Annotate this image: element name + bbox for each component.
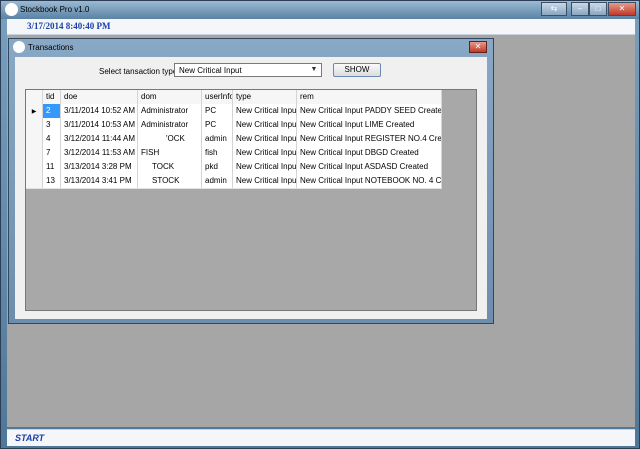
app-icon bbox=[5, 3, 18, 16]
cell-doe[interactable]: 3/11/2014 10:52 AM bbox=[61, 104, 138, 118]
transaction-type-label: Select tansaction type bbox=[99, 67, 178, 76]
start-button[interactable]: START bbox=[15, 433, 44, 443]
datetime-bar: 3/17/2014 8:40:40 PM bbox=[7, 19, 635, 35]
cell-tid[interactable]: 4 bbox=[43, 132, 61, 146]
cell-dom[interactable]: STOCK bbox=[138, 174, 202, 188]
cell-userinfo[interactable]: fish bbox=[202, 146, 233, 160]
table-row[interactable]: 7 3/12/2014 11:53 AM FISH fish New Criti… bbox=[26, 146, 442, 161]
transactions-grid[interactable]: tid doe dom userInfo type rem ▶ 2 3/11/2… bbox=[25, 89, 477, 311]
column-header-tid[interactable]: tid bbox=[43, 90, 61, 104]
grid-header: tid doe dom userInfo type rem bbox=[26, 90, 442, 105]
cell-userinfo[interactable]: admin bbox=[202, 132, 233, 146]
minimize-button[interactable]: – bbox=[571, 2, 589, 16]
transactions-body: Select tansaction type New Critical Inpu… bbox=[15, 57, 487, 319]
table-row[interactable]: 11 3/13/2014 3:28 PM TOCK pkd New Critic… bbox=[26, 160, 442, 175]
row-header[interactable] bbox=[26, 132, 43, 146]
status-bar: START bbox=[7, 429, 635, 446]
transaction-type-value: New Critical Input bbox=[179, 66, 242, 75]
table-row[interactable]: 13 3/13/2014 3:41 PM STOCK admin New Cri… bbox=[26, 174, 442, 189]
show-button[interactable]: SHOW bbox=[333, 63, 381, 77]
window-icon bbox=[13, 41, 25, 53]
column-header-userinfo[interactable]: userInfo bbox=[202, 90, 233, 104]
current-row-icon[interactable]: ▶ bbox=[26, 104, 43, 118]
transactions-window: Transactions ✕ Select tansaction type Ne… bbox=[8, 38, 494, 324]
cell-dom[interactable]: 'OCK bbox=[138, 132, 202, 146]
cell-userinfo[interactable]: pkd bbox=[202, 160, 233, 174]
cell-userinfo[interactable]: PC bbox=[202, 104, 233, 118]
cell-type[interactable]: New Critical Input bbox=[233, 104, 297, 118]
column-header-dom[interactable]: dom bbox=[138, 90, 202, 104]
cell-type[interactable]: New Critical Input bbox=[233, 118, 297, 132]
transactions-close-button[interactable]: ✕ bbox=[469, 41, 487, 53]
app-title: Stockbook Pro v1.0 bbox=[20, 5, 90, 14]
cell-doe[interactable]: 3/11/2014 10:53 AM bbox=[61, 118, 138, 132]
cell-rem[interactable]: New Critical Input LIME Created bbox=[297, 118, 442, 132]
restore-icon[interactable]: ⇆ bbox=[541, 2, 567, 16]
table-row[interactable]: 4 3/12/2014 11:44 AM 'OCK admin New Crit… bbox=[26, 132, 442, 147]
cell-type[interactable]: New Critical Input bbox=[233, 132, 297, 146]
cell-type[interactable]: New Critical Input bbox=[233, 174, 297, 188]
maximize-button[interactable]: □ bbox=[589, 2, 607, 16]
cell-dom[interactable]: Administrator bbox=[138, 104, 202, 118]
cell-rem[interactable]: New Critical Input NOTEBOOK NO. 4 Create… bbox=[297, 174, 442, 188]
column-header-type[interactable]: type bbox=[233, 90, 297, 104]
datetime-label: 3/17/2014 8:40:40 PM bbox=[27, 21, 111, 31]
cell-rem[interactable]: New Critical Input PADDY SEED Created bbox=[297, 104, 442, 118]
transaction-type-select[interactable]: New Critical Input ▼ bbox=[174, 63, 322, 77]
cell-tid[interactable]: 11 bbox=[43, 160, 61, 174]
cell-rem[interactable]: New Critical Input DBGD Created bbox=[297, 146, 442, 160]
main-titlebar[interactable]: Stockbook Pro v1.0 ⇆ – □ ✕ bbox=[1, 1, 639, 19]
cell-tid[interactable]: 13 bbox=[43, 174, 61, 188]
column-header-rem[interactable]: rem bbox=[297, 90, 442, 104]
chevron-down-icon[interactable]: ▼ bbox=[309, 65, 319, 75]
cell-userinfo[interactable]: admin bbox=[202, 174, 233, 188]
cell-rem[interactable]: New Critical Input REGISTER NO.4 Created bbox=[297, 132, 442, 146]
cell-dom[interactable]: Administrator bbox=[138, 118, 202, 132]
current-row-arrow: ▶ bbox=[31, 109, 37, 115]
cell-rem[interactable]: New Critical Input ASDASD Created bbox=[297, 160, 442, 174]
row-header[interactable] bbox=[26, 146, 43, 160]
cell-tid[interactable]: 3 bbox=[43, 118, 61, 132]
cell-userinfo[interactable]: PC bbox=[202, 118, 233, 132]
cell-type[interactable]: New Critical Input bbox=[233, 160, 297, 174]
cell-tid[interactable]: 7 bbox=[43, 146, 61, 160]
transactions-title: Transactions bbox=[28, 43, 74, 52]
table-row[interactable]: ▶ 2 3/11/2014 10:52 AM Administrator PC … bbox=[26, 104, 442, 119]
row-header-corner bbox=[26, 90, 43, 104]
row-header[interactable] bbox=[26, 160, 43, 174]
row-header[interactable] bbox=[26, 174, 43, 188]
cell-doe[interactable]: 3/12/2014 11:44 AM bbox=[61, 132, 138, 146]
cell-doe[interactable]: 3/13/2014 3:28 PM bbox=[61, 160, 138, 174]
close-button[interactable]: ✕ bbox=[608, 2, 636, 16]
cell-dom[interactable]: TOCK bbox=[138, 160, 202, 174]
cell-tid[interactable]: 2 bbox=[43, 104, 61, 118]
row-header[interactable] bbox=[26, 118, 43, 132]
column-header-doe[interactable]: doe bbox=[61, 90, 138, 104]
cell-dom[interactable]: FISH bbox=[138, 146, 202, 160]
cell-type[interactable]: New Critical Input bbox=[233, 146, 297, 160]
transactions-titlebar[interactable]: Transactions ✕ bbox=[9, 39, 493, 56]
cell-doe[interactable]: 3/13/2014 3:41 PM bbox=[61, 174, 138, 188]
table-row[interactable]: 3 3/11/2014 10:53 AM Administrator PC Ne… bbox=[26, 118, 442, 133]
cell-doe[interactable]: 3/12/2014 11:53 AM bbox=[61, 146, 138, 160]
